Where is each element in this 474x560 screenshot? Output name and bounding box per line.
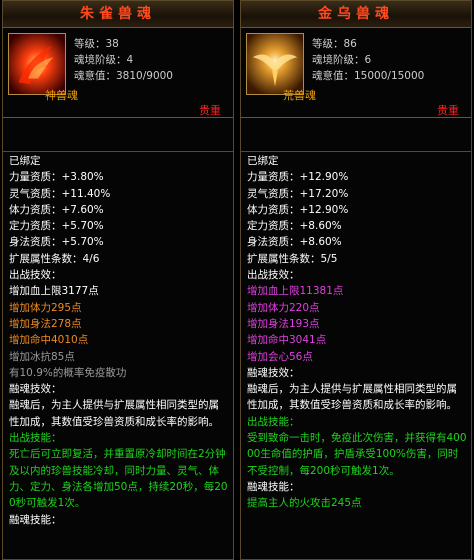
soul-kind: 神兽魂: [45, 89, 78, 102]
level-label: 等级：: [74, 38, 106, 50]
divider: [3, 151, 233, 152]
aptitude-row: 身法资质：+8.60%: [247, 234, 467, 250]
stage-label: 魂境阶级：: [74, 54, 127, 66]
aptitude-row: 扩展属性条数：5/5: [247, 251, 467, 267]
effect-line: 增加身法278点: [9, 317, 82, 330]
card-stats: 等级：86 魂境阶级：6 魂意值：15000/15000: [312, 36, 424, 84]
battle-effects-title: 出战技效：: [9, 269, 62, 282]
effect-line: 增加血上限11381点: [247, 285, 344, 298]
card-title: 金乌兽魂: [318, 6, 394, 22]
soul-value: 15000/15000: [354, 70, 425, 82]
aptitude-value: +12.90%: [299, 171, 349, 184]
card-title: 朱雀兽魂: [80, 6, 156, 22]
bound-status: 已绑定: [9, 155, 41, 167]
aptitude-row: 体力资质：+7.60%: [9, 202, 229, 218]
card-body: 已绑定 力量资质：+3.80% 灵气资质：+11.40% 体力资质：+7.60%…: [9, 153, 229, 528]
aptitude-value: 5/5: [320, 252, 338, 265]
card-title-bar: 朱雀兽魂: [3, 1, 233, 28]
beast-soul-card-left: 朱雀兽魂 等级：38 魂境阶级：4 魂意值：3810/9000 神兽魂 贵重 已…: [2, 0, 234, 560]
aptitude-label: 力量资质：: [9, 171, 62, 184]
aptitude-value: +17.20%: [299, 187, 349, 200]
aptitude-label: 身法资质：: [247, 236, 300, 249]
fusion-skill-description: 提高主人的火攻击245点: [247, 497, 362, 510]
effect-line: 增加血上限3177点: [9, 285, 99, 298]
aptitude-row: 力量资质：+3.80%: [9, 169, 229, 185]
stage-value: 6: [364, 54, 372, 66]
fusion-description: 融魂后，为主人提供与扩展属性相同类型的属性加成，其数值受珍兽资质和成长率的影响。: [247, 383, 457, 412]
aptitude-label: 灵气资质：: [9, 187, 62, 200]
effect-line: 增加体力295点: [9, 301, 82, 314]
aptitude-label: 力量资质：: [247, 171, 300, 184]
aptitude-label: 扩展属性条数：: [247, 252, 321, 265]
divider: [241, 117, 471, 118]
level-value: 86: [343, 38, 357, 50]
effect-line: 增加会心56点: [247, 350, 313, 363]
aptitude-row: 定力资质：+8.60%: [247, 218, 467, 234]
effect-line: 有10.9%的概率免疫散功: [9, 366, 127, 379]
aptitude-value: +3.80%: [61, 171, 104, 184]
effect-line: 增加身法193点: [247, 317, 320, 330]
aptitude-value: +7.60%: [61, 203, 104, 216]
aptitude-row: 身法资质：+5.70%: [9, 234, 229, 250]
aptitude-value: 4/6: [82, 252, 100, 265]
aptitude-label: 灵气资质：: [247, 187, 300, 200]
aptitude-label: 体力资质：: [247, 203, 300, 216]
beast-soul-card-right: 金乌兽魂 等级：86 魂境阶级：6 魂意值：15000/15000 荒兽魂 贵重…: [240, 0, 472, 560]
fusion-effects-title: 融魂技效：: [9, 383, 62, 396]
battle-skill-description: 受到致命一击时，免疫此次伤害，并获得有40000生命值的护盾，护盾承受100%伤…: [247, 432, 467, 477]
card-header: 等级：86 魂境阶级：6 魂意值：15000/15000: [241, 28, 471, 112]
aptitude-value: +5.70%: [61, 236, 104, 249]
aptitude-value: +11.40%: [61, 187, 111, 200]
card-title-bar: 金乌兽魂: [241, 1, 471, 28]
aptitude-label: 扩展属性条数：: [9, 252, 83, 265]
aptitude-list: 力量资质：+12.90% 灵气资质：+17.20% 体力资质：+12.90% 定…: [247, 169, 467, 267]
aptitude-label: 身法资质：: [9, 236, 62, 249]
aptitude-row: 定力资质：+5.70%: [9, 218, 229, 234]
aptitude-row: 力量资质：+12.90%: [247, 169, 467, 185]
soul-value: 3810/9000: [116, 70, 173, 82]
aptitude-row: 扩展属性条数：4/6: [9, 251, 229, 267]
soul-label: 魂意值：: [74, 70, 116, 82]
aptitude-label: 定力资质：: [247, 220, 300, 233]
battle-skill-title: 出战技能：: [9, 432, 62, 445]
divider: [241, 151, 471, 152]
aptitude-value: +8.60%: [299, 220, 342, 233]
fusion-skill-title: 融魂技能：: [247, 480, 300, 493]
aptitude-value: +8.60%: [299, 236, 342, 249]
effect-line: 增加体力220点: [247, 301, 320, 314]
battle-skill-title: 出战技能：: [247, 415, 300, 428]
fusion-description: 融魂后，为主人提供与扩展属性相同类型的属性加成，其数值受珍兽资质和成长率的影响。: [9, 399, 219, 428]
effect-line: 增加命中3041点: [247, 334, 327, 347]
stage-label: 魂境阶级：: [312, 54, 365, 66]
soul-label: 魂意值：: [312, 70, 354, 82]
card-stats: 等级：38 魂境阶级：4 魂意值：3810/9000: [74, 36, 173, 84]
rarity-label: 贵重: [437, 104, 459, 117]
fusion-skill-title: 融魂技能：: [9, 513, 62, 526]
card-body: 已绑定 力量资质：+12.90% 灵气资质：+17.20% 体力资质：+12.9…: [247, 153, 467, 512]
aptitude-row: 灵气资质：+17.20%: [247, 186, 467, 202]
battle-effects-title: 出战技效：: [247, 269, 300, 282]
card-header: 等级：38 魂境阶级：4 魂意值：3810/9000: [3, 28, 233, 112]
vermilion-bird-portrait-icon[interactable]: [8, 33, 66, 95]
aptitude-value: +5.70%: [61, 220, 104, 233]
bound-status: 已绑定: [247, 155, 279, 167]
aptitude-row: 灵气资质：+11.40%: [9, 186, 229, 202]
aptitude-list: 力量资质：+3.80% 灵气资质：+11.40% 体力资质：+7.60% 定力资…: [9, 169, 229, 267]
effect-line: 增加命中4010点: [9, 334, 89, 347]
fusion-effects-title: 融魂技效：: [247, 366, 300, 379]
rarity-label: 贵重: [199, 104, 221, 117]
golden-crow-portrait-icon[interactable]: [246, 33, 304, 95]
aptitude-row: 体力资质：+12.90%: [247, 202, 467, 218]
battle-skill-description: 死亡后可立即复活，并重置原冷却时间在2分钟及以内的珍兽技能冷却，同时力量、灵气、…: [9, 448, 228, 510]
level-value: 38: [105, 38, 119, 50]
aptitude-label: 定力资质：: [9, 220, 62, 233]
effect-line: 增加冰抗85点: [9, 350, 75, 363]
level-label: 等级：: [312, 38, 344, 50]
aptitude-value: +12.90%: [299, 203, 349, 216]
soul-kind: 荒兽魂: [283, 89, 316, 102]
aptitude-label: 体力资质：: [9, 203, 62, 216]
divider: [3, 117, 233, 118]
stage-value: 4: [126, 54, 134, 66]
